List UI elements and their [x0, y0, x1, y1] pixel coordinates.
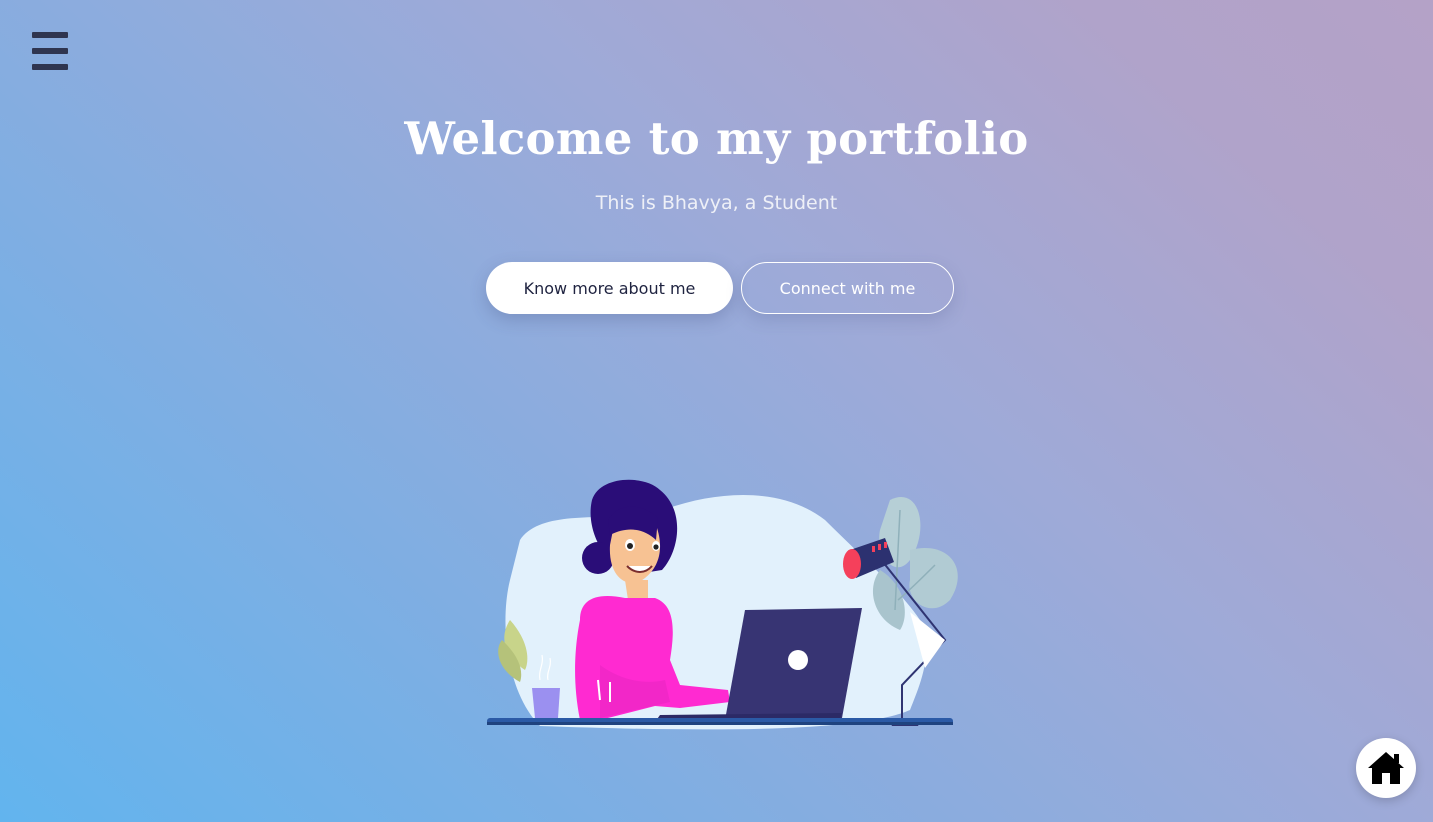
hero-subtitle: This is Bhavya, a Student: [595, 192, 838, 214]
home-button[interactable]: [1356, 738, 1416, 798]
menu-bar-bottom: [32, 64, 68, 70]
home-icon: [1368, 752, 1404, 784]
menu-bar-middle: [32, 48, 68, 54]
connect-button[interactable]: Connect with me: [741, 262, 954, 314]
know-more-button[interactable]: Know more about me: [486, 262, 733, 314]
menu-bar-top: [32, 32, 68, 38]
hero-title: Welcome to my portfolio: [404, 112, 1029, 165]
hamburger-menu-icon[interactable]: [32, 32, 68, 70]
hero-illustration: [487, 479, 958, 730]
